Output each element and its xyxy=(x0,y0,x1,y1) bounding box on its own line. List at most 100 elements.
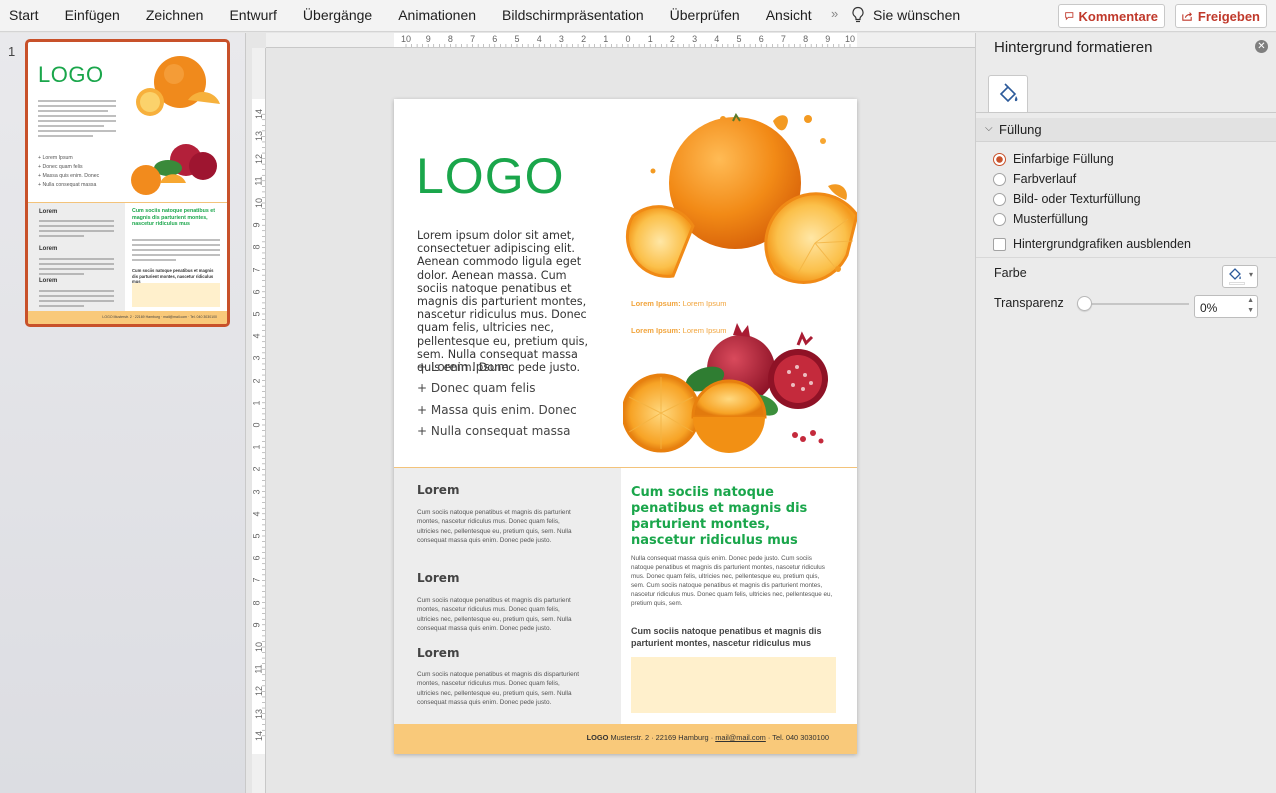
ruler-number: 9 xyxy=(252,622,262,628)
list-item: + Nulla consequat massa xyxy=(417,423,571,438)
slide-intro-text[interactable]: Lorem ipsum dolor sit amet, consectetuer… xyxy=(417,229,592,374)
ruler-number: 2 xyxy=(252,466,262,472)
ruler-number: 10 xyxy=(254,641,265,653)
tab-uebergaenge[interactable]: Übergänge xyxy=(303,7,372,23)
tell-me-search[interactable]: Sie wünschen xyxy=(873,7,960,23)
radio-pattern-fill[interactable]: Musterfüllung xyxy=(993,212,1088,226)
ruler-number: 13 xyxy=(254,708,265,719)
thumb-right-heading: Cum sociis natoque penatibus et magnis d… xyxy=(132,208,215,227)
transparency-slider-knob[interactable] xyxy=(1077,296,1092,311)
thumb-pomegranate-image xyxy=(131,144,217,195)
ruler-number: 12 xyxy=(254,153,265,164)
thumb-intro-lines xyxy=(38,100,116,140)
checkbox-icon xyxy=(993,237,1006,251)
slide-bullet-list[interactable]: + Lorem Ipsum + Donec quam felis + Massa… xyxy=(417,360,577,445)
ruler-number: 1 xyxy=(252,400,262,406)
ribbon: Start Einfügen Zeichnen Entwurf Übergäng… xyxy=(0,0,1276,32)
tab-ueberpruefen[interactable]: Überprüfen xyxy=(670,7,740,23)
ruler-number: 3 xyxy=(252,355,262,361)
comments-button[interactable]: Kommentare xyxy=(1058,4,1165,28)
fill-tab[interactable] xyxy=(988,75,1028,112)
close-icon[interactable]: ✕ xyxy=(1255,40,1268,53)
right-heading[interactable]: Cum sociis natoque penatibus et magnis d… xyxy=(631,485,836,549)
right-text[interactable]: Nulla consequat massa quis enim. Donec p… xyxy=(631,555,833,608)
ruler-number: 13 xyxy=(254,131,265,142)
thumb-left-column: Lorem Lorem Lorem xyxy=(28,203,125,311)
ruler-number: 5 xyxy=(252,311,262,317)
transparency-label: Transparenz xyxy=(994,296,1064,310)
thumb-cream-box xyxy=(132,283,220,307)
share-label: Freigeben xyxy=(1197,8,1260,24)
fill-section-header[interactable]: ⌵ Füllung xyxy=(976,118,1276,142)
left-text-3[interactable]: Cum sociis natoque penatibus et magnis d… xyxy=(417,670,582,707)
ruler-number: 5 xyxy=(252,533,262,539)
radio-picture-fill[interactable]: Bild- oder Texturfüllung xyxy=(993,192,1141,206)
left-heading-3[interactable]: Lorem xyxy=(417,646,459,660)
left-heading-2[interactable]: Lorem xyxy=(417,571,459,585)
left-text-2[interactable]: Cum sociis natoque penatibus et magnis d… xyxy=(417,596,582,633)
ruler-number: 14 xyxy=(254,109,265,120)
ruler-number: 14 xyxy=(254,730,265,741)
radio-icon xyxy=(993,172,1006,186)
radio-gradient-fill[interactable]: Farbverlauf xyxy=(993,172,1076,186)
spin-down-icon[interactable]: ▼ xyxy=(1247,307,1254,314)
slide-thumbnail-pane: 1 LOGO + Lorem Ipsum + Donec quam felis … xyxy=(0,33,246,793)
transparency-input[interactable]: 0% ▲ ▼ xyxy=(1194,295,1258,318)
color-label: Farbe xyxy=(994,266,1027,280)
tab-start[interactable]: Start xyxy=(9,7,39,23)
slide-logo[interactable]: LOGO xyxy=(416,147,564,205)
list-item: + Donec quam felis xyxy=(417,381,536,396)
spin-up-icon[interactable]: ▲ xyxy=(1247,297,1254,304)
ruler-number: 7 xyxy=(252,577,262,583)
ruler-number: 3 xyxy=(252,489,262,495)
ruler-number: 11 xyxy=(253,176,264,186)
slide-number: 1 xyxy=(8,44,16,59)
share-button[interactable]: Freigeben xyxy=(1175,4,1267,28)
horizontal-ruler[interactable]: 10 9 8 7 6 5 4 3 2 1 0 1 2 3 4 5 6 7 8 9 10 xyxy=(266,33,975,48)
tab-zeichnen[interactable]: Zeichnen xyxy=(146,7,204,23)
slide-footer[interactable]: LOGO Musterstr. 2 · 22169 Hamburg · mail… xyxy=(394,724,857,754)
orange-splash-image[interactable] xyxy=(623,101,857,287)
lightbulb-icon xyxy=(852,6,864,23)
transparency-slider-track[interactable] xyxy=(1084,303,1189,305)
right-bold-text[interactable]: Cum sociis natoque penatibus et magnis d… xyxy=(631,625,831,649)
radio-solid-fill[interactable]: Einfarbige Füllung xyxy=(993,152,1114,166)
ruler-number: 0 xyxy=(252,422,262,428)
slide-thumbnail-1[interactable]: LOGO + Lorem Ipsum + Donec quam felis + … xyxy=(25,39,230,327)
footer-text: LOGO Musterstr. 2 · 22169 Hamburg · mail… xyxy=(586,733,829,742)
more-tabs-chevron-icon[interactable]: » xyxy=(831,6,838,21)
vertical-ruler[interactable]: 14 13 12 11 10 9 8 7 6 5 4 3 2 1 0 1 2 3 4 5 6 7 8 9 10 11 12 13 14 xyxy=(252,48,266,793)
chevron-down-icon: ▾ xyxy=(1249,270,1254,279)
fill-section-label: Füllung xyxy=(999,122,1042,137)
orange-pomegranate-image[interactable] xyxy=(623,317,857,462)
cream-box[interactable] xyxy=(631,657,836,713)
left-heading-1[interactable]: Lorem xyxy=(417,483,459,497)
hide-background-graphics-checkbox[interactable]: Hintergrundgrafiken ausblenden xyxy=(993,237,1191,251)
tab-bildschirmpraesentation[interactable]: Bildschirmpräsentation xyxy=(502,7,644,23)
footer-email-link[interactable]: mail@mail.com xyxy=(715,733,766,742)
slide[interactable]: LOGO Lorem ipsum dolor sit amet, consect… xyxy=(394,99,857,754)
ruler-number: 10 xyxy=(254,197,265,209)
thumb-logo: LOGO xyxy=(38,62,104,87)
share-icon xyxy=(1182,12,1192,21)
ruler-number: 11 xyxy=(253,664,264,674)
thumb-footer: LOGO Musterstr. 2 · 22169 Hamburg · mail… xyxy=(28,311,227,324)
tab-ansicht[interactable]: Ansicht xyxy=(766,7,812,23)
format-background-pane: Hintergrund formatieren ✕ ⌵ Füllung Einf… xyxy=(975,33,1276,793)
ruler-number: 7 xyxy=(252,267,262,273)
tab-einfuegen[interactable]: Einfügen xyxy=(65,7,120,23)
pane-title: Hintergrund formatieren xyxy=(994,39,1153,56)
paint-bucket-icon xyxy=(1229,268,1241,280)
list-item: + Lorem Ipsum xyxy=(417,360,509,374)
left-text-1[interactable]: Cum sociis natoque penatibus et magnis d… xyxy=(417,508,582,545)
thumb-bullets: + Lorem Ipsum + Donec quam felis + Massa… xyxy=(38,155,100,188)
ruler-number: 8 xyxy=(252,600,262,606)
image-caption-1[interactable]: Lorem Ipsum: Lorem Ipsum xyxy=(631,299,726,308)
ruler-number: 4 xyxy=(252,333,262,339)
ruler-number: 9 xyxy=(252,222,262,228)
tab-animationen[interactable]: Animationen xyxy=(398,7,476,23)
color-picker-button[interactable]: ▾ xyxy=(1222,265,1258,288)
ribbon-tabs: Start Einfügen Zeichnen Entwurf Übergäng… xyxy=(9,7,838,23)
paint-bucket-icon xyxy=(999,83,1018,103)
tab-entwurf[interactable]: Entwurf xyxy=(229,7,276,23)
